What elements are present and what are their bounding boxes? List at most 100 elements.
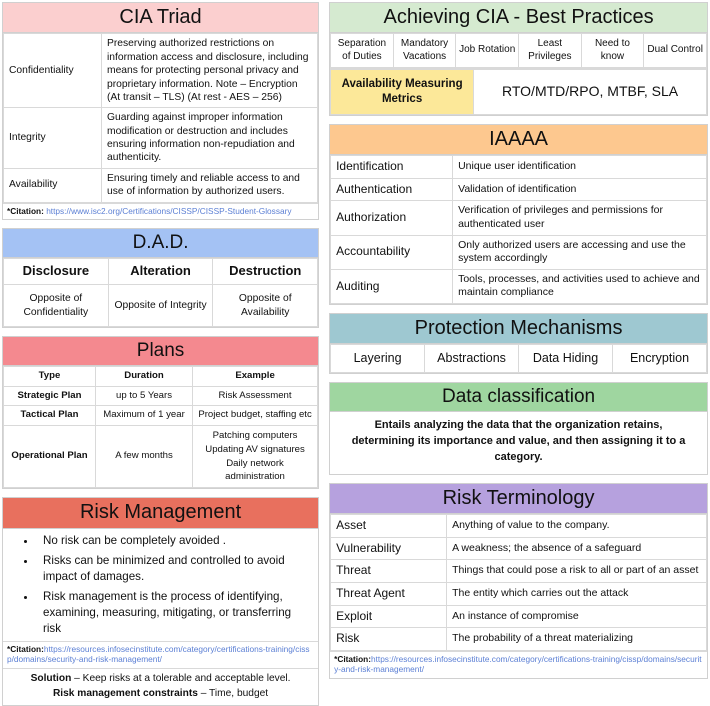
dad-header-destruction: Destruction: [212, 258, 319, 286]
practice-need-to-know: Need to know: [580, 33, 645, 68]
iaaaa-definition-auditing: Tools, processes, and activities used to…: [452, 268, 707, 305]
table-row: Threat Things that could pose a risk to …: [330, 559, 707, 583]
table-row: Integrity Guarding against improper info…: [3, 107, 319, 169]
risk-term-risk: Risk: [330, 627, 448, 651]
citation-link[interactable]: https://resources.infosecinstitute.com/c…: [7, 644, 310, 665]
plans-duration-tactical: Maximum of 1 year: [95, 405, 193, 426]
iaaaa-definition-authentication: Validation of identification: [452, 177, 707, 202]
cia-term-availability: Availability: [3, 167, 102, 203]
risk-term-exploit: Exploit: [330, 604, 448, 629]
citation-link[interactable]: https://resources.infosecinstitute.com/c…: [334, 654, 702, 675]
practice-separation-of-duties: Separation of Duties: [330, 33, 394, 68]
table-row: Disclosure Alteration Destruction: [3, 258, 319, 286]
cia-definition-integrity: Guarding against improper information mo…: [100, 107, 319, 169]
protection-item-layering: Layering: [330, 344, 426, 373]
plans-header-example: Example: [191, 366, 319, 387]
availability-metrics-value: RTO/MTD/RPO, MTBF, SLA: [473, 68, 707, 115]
risk-definition-threat: Things that could pose a risk to all or …: [446, 559, 707, 583]
table-row: Tactical Plan Maximum of 1 year Project …: [3, 405, 319, 426]
cia-triad-citation: *Citation: https://www.isc2.org/Certific…: [3, 202, 319, 220]
cia-definition-availability: Ensuring timely and reliable access to a…: [100, 167, 319, 203]
list-item: Risk management is the process of identi…: [37, 589, 312, 637]
citation-link[interactable]: https://www.isc2.org/Certifications/CISS…: [46, 206, 291, 216]
achieving-cia-panel: Achieving CIA - Best Practices Separatio…: [329, 2, 708, 116]
table-row: Threat Agent The entity which carries ou…: [330, 581, 707, 606]
cia-definition-confidentiality: Preserving authorized restrictions on in…: [100, 33, 319, 109]
reference-sheet: CIA Triad Confidentiality Preserving aut…: [0, 0, 710, 706]
availability-metrics-table: Availability Measuring Metrics RTO/MTD/R…: [330, 68, 707, 115]
practice-mandatory-vacations: Mandatory Vacations: [392, 33, 457, 68]
risk-terminology-panel: Risk Terminology Asset Anything of value…: [329, 482, 708, 679]
constraints-text: – Time, budget: [197, 687, 269, 699]
risk-management-solution-line: Solution – Keep risks at a tolerable and…: [7, 672, 314, 687]
data-classification-title: Data classification: [330, 382, 707, 412]
risk-definition-threat-agent: The entity which carries out the attack: [446, 581, 707, 606]
plans-example-operational: Patching computers Updating AV signature…: [191, 424, 319, 489]
risk-definition-risk: The probability of a threat materializin…: [446, 627, 707, 651]
iaaaa-term-authorization: Authorization: [330, 200, 454, 236]
left-column: CIA Triad Confidentiality Preserving aut…: [2, 2, 320, 706]
achieving-cia-title: Achieving CIA - Best Practices: [330, 3, 707, 34]
iaaaa-term-auditing: Auditing: [330, 268, 454, 305]
plans-header-type: Type: [3, 366, 96, 387]
risk-management-citation: *Citation:https://resources.infosecinsti…: [3, 640, 319, 668]
risk-term-threat: Threat: [330, 559, 448, 583]
achieving-cia-table: Separation of Duties Mandatory Vacations…: [330, 33, 707, 68]
iaaaa-definition-accountability: Only authorized users are accessing and …: [452, 234, 707, 270]
risk-term-vulnerability: Vulnerability: [330, 536, 448, 561]
plans-example-strategic: Risk Assessment: [191, 385, 319, 407]
cia-triad-table: Confidentiality Preserving authorized re…: [3, 33, 319, 203]
iaaaa-term-authentication: Authentication: [330, 177, 454, 202]
table-row: Authentication Validation of identificat…: [330, 177, 707, 202]
protection-mechanisms-title: Protection Mechanisms: [330, 314, 707, 345]
plans-duration-operational: A few months: [95, 424, 193, 489]
plans-type-tactical: Tactical Plan: [3, 405, 96, 426]
plans-table: Type Duration Example Strategic Plan up …: [3, 366, 319, 489]
risk-management-footer: Solution – Keep risks at a tolerable and…: [3, 667, 319, 706]
data-classification-body: Entails analyzing the data that the orga…: [351, 418, 686, 463]
availability-metrics-label: Availability Measuring Metrics: [330, 68, 475, 115]
practice-dual-control: Dual Control: [643, 33, 707, 68]
risk-terminology-title: Risk Terminology: [330, 483, 707, 515]
practice-job-rotation: Job Rotation: [455, 33, 520, 68]
risk-terminology-table: Asset Anything of value to the company. …: [330, 514, 707, 651]
risk-management-constraints-line: Risk management constraints – Time, budg…: [7, 687, 314, 702]
plans-type-strategic: Strategic Plan: [3, 385, 96, 407]
plans-type-operational: Operational Plan: [3, 424, 96, 489]
dad-value-destruction: Opposite of Availability: [212, 284, 319, 328]
protection-mechanisms-table: Layering Abstractions Data Hiding Encryp…: [330, 344, 707, 373]
risk-management-title: Risk Management: [3, 498, 319, 529]
iaaaa-panel: IAAAA Identification Unique user identif…: [329, 123, 708, 306]
dad-title: D.A.D.: [3, 229, 319, 259]
protection-item-data-hiding: Data Hiding: [518, 344, 613, 373]
table-row: Identification Unique user identificatio…: [330, 155, 707, 179]
table-row: Separation of Duties Mandatory Vacations…: [330, 33, 707, 68]
dad-header-disclosure: Disclosure: [3, 258, 109, 286]
table-row: Auditing Tools, processes, and activitie…: [330, 268, 707, 305]
iaaaa-definition-identification: Unique user identification: [452, 155, 707, 179]
risk-definition-asset: Anything of value to the company.: [446, 514, 707, 538]
right-column: Achieving CIA - Best Practices Separatio…: [329, 2, 708, 679]
citation-label: *Citation:: [7, 205, 44, 216]
table-row: Accountability Only authorized users are…: [330, 234, 707, 270]
dad-value-disclosure: Opposite of Confidentiality: [3, 284, 109, 328]
risk-management-panel: Risk Management No risk can be completel…: [2, 497, 320, 706]
protection-mechanisms-panel: Protection Mechanisms Layering Abstracti…: [329, 313, 708, 374]
risk-terminology-citation: *Citation:https://resources.infosecinsti…: [330, 650, 707, 678]
table-row: Operational Plan A few months Patching c…: [3, 424, 319, 489]
plans-example-tactical: Project budget, staffing etc: [191, 405, 319, 426]
risk-management-bullets: No risk can be completely avoided . Risk…: [3, 533, 318, 637]
iaaaa-term-identification: Identification: [330, 155, 454, 179]
cia-term-confidentiality: Confidentiality: [3, 33, 102, 109]
constraints-label: Risk management constraints: [52, 687, 198, 699]
table-row: Authorization Verification of privileges…: [330, 200, 707, 236]
list-item: No risk can be completely avoided .: [37, 533, 312, 549]
table-row: Type Duration Example: [3, 366, 319, 387]
protection-item-encryption: Encryption: [612, 344, 707, 373]
dad-header-alteration: Alteration: [107, 258, 214, 286]
cia-triad-body: Confidentiality Preserving authorized re…: [3, 33, 319, 203]
dad-panel: D.A.D. Disclosure Alteration Destruction…: [2, 228, 320, 329]
table-row: Strategic Plan up to 5 Years Risk Assess…: [3, 385, 319, 407]
cia-term-integrity: Integrity: [3, 107, 102, 169]
solution-label: Solution: [30, 672, 72, 684]
